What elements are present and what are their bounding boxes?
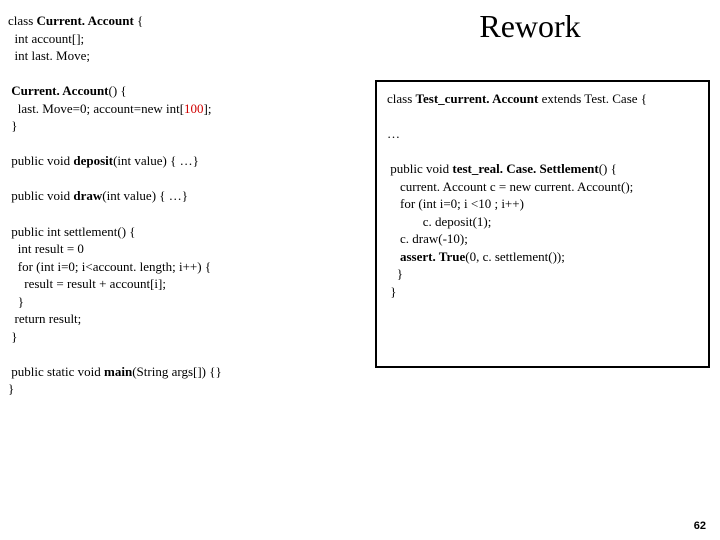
code-text: last. Move=0; account=new int[ xyxy=(8,101,184,116)
code-line: result = result + account[i]; xyxy=(8,276,166,291)
code-bold: Test_current. Account xyxy=(416,91,539,106)
code-bold: deposit xyxy=(73,153,113,168)
code-line: int result = 0 xyxy=(8,241,84,256)
code-text: (0, c. settlement()); xyxy=(465,249,565,264)
code-bold: Current. Account xyxy=(11,83,108,98)
code-line: return result; xyxy=(8,311,81,326)
code-text: class xyxy=(387,91,416,106)
code-line: int account[]; xyxy=(8,31,84,46)
code-text: public void xyxy=(8,188,73,203)
code-text: () { xyxy=(599,161,617,176)
code-line: } xyxy=(8,118,18,133)
code-text: public void xyxy=(387,161,452,176)
code-line: int last. Move; xyxy=(8,48,90,63)
right-code-box: class Test_current. Account extends Test… xyxy=(375,80,710,368)
code-text: public static void xyxy=(8,364,104,379)
code-line: c. draw(-10); xyxy=(387,231,468,246)
code-line: } xyxy=(387,266,403,281)
code-text: (int value) { …} xyxy=(102,188,188,203)
code-text xyxy=(387,249,400,264)
code-line: public int settlement() { xyxy=(8,224,136,239)
code-text: (int value) { …} xyxy=(113,153,199,168)
slide: Rework class Current. Account { int acco… xyxy=(0,0,720,540)
code-bold: Current. Account xyxy=(37,13,134,28)
code-text: public void xyxy=(8,153,73,168)
code-line: } xyxy=(8,329,18,344)
code-text: () { xyxy=(109,83,127,98)
code-text: extends Test. Case { xyxy=(538,91,647,106)
code-line: for (int i=0; i <10 ; i++) xyxy=(387,196,524,211)
code-bold: main xyxy=(104,364,132,379)
code-text: { xyxy=(134,13,144,28)
code-bold: test_real. Case. Settlement xyxy=(452,161,598,176)
code-line: } xyxy=(387,284,397,299)
code-line: } xyxy=(8,381,14,396)
code-red: 100 xyxy=(184,101,204,116)
left-code-block: class Current. Account { int account[]; … xyxy=(8,12,348,398)
slide-title: Rework xyxy=(370,8,690,45)
code-line: for (int i=0; i<account. length; i++) { xyxy=(8,259,211,274)
code-line: c. deposit(1); xyxy=(387,214,491,229)
page-number: 62 xyxy=(694,520,706,532)
code-line: } xyxy=(8,294,24,309)
code-text: (String args[]) {} xyxy=(132,364,222,379)
code-bold: assert. True xyxy=(400,249,465,264)
code-bold: draw xyxy=(73,188,102,203)
code-line: … xyxy=(387,126,400,141)
code-line: class xyxy=(8,13,37,28)
code-line: current. Account c = new current. Accoun… xyxy=(387,179,633,194)
code-text: ]; xyxy=(204,101,212,116)
